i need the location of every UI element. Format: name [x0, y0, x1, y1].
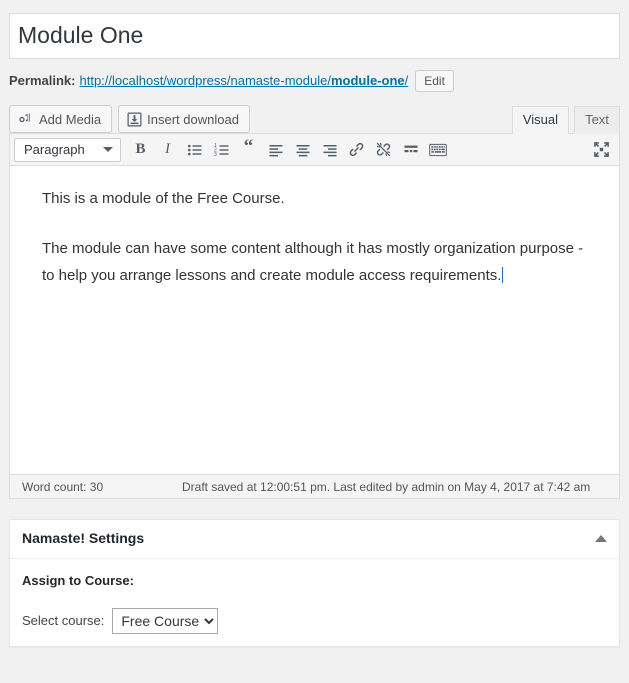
content-paragraph-2: The module can have some content althoug…	[42, 236, 599, 289]
permalink-link[interactable]: http://localhost/wordpress/namaste-modul…	[79, 69, 408, 93]
editor-content-area[interactable]: This is a module of the Free Course. The…	[10, 166, 619, 475]
align-center-icon[interactable]	[289, 137, 316, 163]
metabox-content: Assign to Course: Select course: Free Co…	[10, 559, 619, 646]
tab-visual[interactable]: Visual	[511, 106, 569, 135]
editor-mode-tabs: Visual Text	[507, 106, 620, 135]
metabox-header[interactable]: Namaste! Settings	[10, 520, 619, 559]
paragraph-style-value: Paragraph	[24, 142, 85, 158]
assign-to-course-label: Assign to Course:	[22, 572, 134, 588]
align-left-icon[interactable]	[262, 137, 289, 163]
chevron-up-icon[interactable]	[595, 535, 607, 543]
bulleted-list-icon[interactable]	[181, 137, 208, 163]
chevron-down-icon	[103, 147, 113, 153]
namaste-settings-metabox: Namaste! Settings Assign to Course: Sele…	[9, 519, 620, 647]
fullscreen-icon[interactable]	[588, 137, 615, 163]
metabox-title: Namaste! Settings	[22, 530, 145, 547]
permalink-trailing-slash: /	[404, 73, 409, 89]
text-cursor	[502, 266, 504, 283]
select-course-row: Select course: Free Course	[22, 607, 607, 634]
permalink-label: Permalink:	[9, 73, 76, 89]
media-icon	[18, 111, 34, 127]
insert-download-label: Insert download	[147, 111, 239, 127]
content-paragraph-1: This is a module of the Free Course.	[42, 190, 285, 208]
editor-container: Paragraph B I 1 2 3 “ This is a module o…	[9, 133, 620, 500]
link-icon[interactable]	[343, 137, 370, 163]
insert-read-more-icon[interactable]	[397, 137, 424, 163]
word-count: Word count: 30	[22, 479, 104, 494]
permalink-slug: module-one	[330, 73, 405, 89]
editor-toolbar: Paragraph B I 1 2 3 “	[10, 134, 619, 167]
numbered-list-icon[interactable]: 1 2 3	[208, 137, 235, 163]
svg-text:3: 3	[214, 152, 217, 158]
unlink-icon[interactable]	[370, 137, 397, 163]
post-title-wrap	[9, 13, 620, 60]
editor-status-bar: Word count: 30 Draft saved at 12:00:51 p…	[10, 474, 619, 499]
add-media-label: Add Media	[39, 111, 102, 127]
media-buttons-row: Add Media Insert download Visual Text	[9, 103, 620, 135]
course-select[interactable]: Free Course	[112, 607, 219, 634]
download-icon	[127, 112, 142, 127]
toolbar-toggle-icon[interactable]	[424, 137, 451, 163]
insert-download-button[interactable]: Insert download	[118, 105, 250, 134]
bold-icon[interactable]: B	[127, 137, 154, 163]
align-right-icon[interactable]	[316, 137, 343, 163]
permalink-url-base: http://localhost/wordpress/namaste-modul…	[79, 73, 331, 89]
edit-permalink-button[interactable]: Edit	[415, 70, 454, 93]
blockquote-icon[interactable]: “	[235, 137, 262, 163]
paragraph-style-select[interactable]: Paragraph	[14, 137, 121, 162]
tab-text[interactable]: Text	[574, 106, 620, 135]
select-course-label: Select course:	[22, 613, 105, 629]
autosave-notice: Draft saved at 12:00:51 pm. Last edited …	[182, 479, 591, 494]
permalink-row: Permalink: http://localhost/wordpress/na…	[9, 69, 620, 93]
italic-icon[interactable]: I	[154, 137, 181, 163]
post-title-input[interactable]	[10, 14, 619, 59]
add-media-button[interactable]: Add Media	[9, 105, 113, 134]
